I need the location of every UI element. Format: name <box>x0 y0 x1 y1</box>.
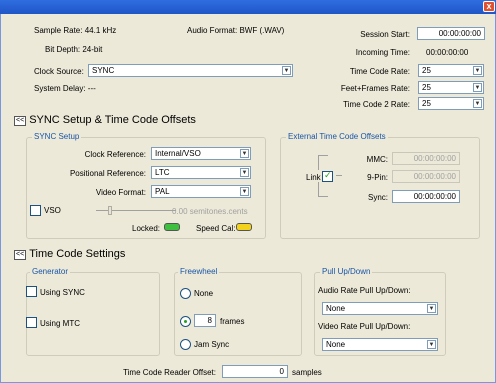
samples-label: samples <box>292 368 322 377</box>
link-bracket-upper <box>318 155 319 170</box>
freewheel-frames-label: frames <box>220 317 245 326</box>
freewheel-group-title: Freewheel <box>178 267 220 276</box>
freewheel-frames-radio[interactable] <box>180 316 191 327</box>
locked-led-indicator <box>164 223 180 231</box>
close-button[interactable]: x <box>483 1 495 12</box>
time-code-2-rate-value: 25 <box>422 99 431 108</box>
clock-reference-select[interactable]: Internal/VSO ▼ <box>151 147 251 160</box>
vso-slider-handle[interactable] <box>108 206 112 215</box>
generator-group-title: Generator <box>30 267 71 276</box>
time-code-2-rate-select[interactable]: 25 ▼ <box>418 97 484 110</box>
session-start-label: Session Start: <box>360 30 410 39</box>
video-format-value: PAL <box>155 187 170 196</box>
feet-frames-rate-value: 25 <box>422 83 431 92</box>
freewheel-none-label: None <box>194 289 214 298</box>
chevron-down-icon: ▼ <box>240 168 249 177</box>
clock-source-select[interactable]: SYNC ▼ <box>88 64 293 77</box>
mmc-offset-field[interactable]: 00:00:00:00 <box>392 152 460 165</box>
jam-sync-label: Jam Sync <box>194 340 230 349</box>
session-start-field[interactable]: 00:00:00:00 <box>417 27 485 40</box>
tc-section-header: << Time Code Settings <box>14 248 125 260</box>
video-format-label: Video Format: <box>95 188 146 197</box>
chevron-down-icon: ▼ <box>282 66 291 75</box>
audio-pull-value: None <box>326 304 346 313</box>
speed-cal-led-indicator <box>236 223 252 231</box>
chevron-down-icon: ▼ <box>240 187 249 196</box>
link-label: Link <box>306 173 321 182</box>
clock-source-label: Clock Source: <box>34 67 84 76</box>
reader-offset-field[interactable]: 0 <box>222 365 288 378</box>
reader-offset-label: Time Code Reader Offset: <box>123 368 216 377</box>
sync-offset-label: Sync: <box>367 193 388 202</box>
feet-frames-rate-select[interactable]: 25 ▼ <box>418 81 484 94</box>
nine-pin-label: 9-Pin: <box>367 173 388 182</box>
feet-frames-rate-label: Feet+Frames Rate: <box>340 84 410 93</box>
video-pull-select[interactable]: None ▼ <box>322 338 438 351</box>
clock-reference-label: Clock Reference: <box>84 150 146 159</box>
vso-value: 0.00 semitones.cents <box>172 207 248 216</box>
using-sync-checkbox[interactable] <box>26 286 37 297</box>
link-bracket-top <box>318 155 328 156</box>
link-bracket-bottom <box>318 196 328 197</box>
sync-offset-field[interactable]: 00:00:00:00 <box>392 190 460 203</box>
tc-section-title: Time Code Settings <box>29 248 126 260</box>
using-mtc-checkbox[interactable] <box>26 317 37 328</box>
vso-checkbox[interactable] <box>30 205 41 216</box>
title-bar <box>0 0 496 14</box>
clock-source-value: SYNC <box>92 66 115 75</box>
time-code-rate-select[interactable]: 25 ▼ <box>418 64 484 77</box>
video-pull-value: None <box>326 340 346 349</box>
freewheel-frames-field[interactable]: 8 <box>194 314 216 327</box>
video-pull-label: Video Rate Pull Up/Down: <box>318 322 411 331</box>
freewheel-none-radio[interactable] <box>180 288 191 299</box>
time-code-rate-label: Time Code Rate: <box>349 67 410 76</box>
positional-reference-label: Positional Reference: <box>69 169 146 178</box>
audio-format-text: Audio Format: BWF (.WAV) <box>187 26 285 35</box>
chevron-down-icon: ▼ <box>427 304 436 313</box>
sync-setup-group-title: SYNC Setup <box>32 132 82 141</box>
sync-section-title: SYNC Setup & Time Code Offsets <box>29 114 196 126</box>
collapse-toggle-button[interactable]: << <box>14 116 27 126</box>
chevron-down-icon: ▼ <box>240 149 249 158</box>
speed-cal-label: Speed Cal: <box>196 224 236 233</box>
sync-section-header: << SYNC Setup & Time Code Offsets <box>14 114 196 126</box>
mmc-label: MMC: <box>366 155 388 164</box>
bit-depth-text: Bit Depth: 24-bit <box>45 45 103 54</box>
collapse-toggle-button[interactable]: << <box>14 250 27 260</box>
positional-reference-select[interactable]: LTC ▼ <box>151 166 251 179</box>
video-format-select[interactable]: PAL ▼ <box>151 185 251 198</box>
link-bracket-lower <box>318 182 319 197</box>
using-mtc-label: Using MTC <box>40 319 81 328</box>
positional-reference-value: LTC <box>155 168 170 177</box>
jam-sync-radio[interactable] <box>180 339 191 350</box>
incoming-time-label: Incoming Time: <box>355 48 410 57</box>
pull-up-down-group-title: Pull Up/Down <box>320 267 373 276</box>
generator-group <box>26 272 160 356</box>
external-offsets-group-title: External Time Code Offsets <box>286 132 388 141</box>
audio-pull-label: Audio Rate Pull Up/Down: <box>318 286 411 295</box>
time-code-rate-value: 25 <box>422 66 431 75</box>
chevron-down-icon: ▼ <box>473 83 482 92</box>
sample-rate-text: Sample Rate: 44.1 kHz <box>34 26 117 35</box>
chevron-down-icon: ▼ <box>427 340 436 349</box>
time-code-2-rate-label: Time Code 2 Rate: <box>343 100 410 109</box>
system-delay-text: System Delay: --- <box>34 84 96 93</box>
nine-pin-offset-field[interactable]: 00:00:00:00 <box>392 170 460 183</box>
clock-reference-value: Internal/VSO <box>155 149 201 158</box>
link-checkbox[interactable] <box>322 170 333 182</box>
locked-label: Locked: <box>132 224 161 233</box>
using-sync-label: Using SYNC <box>40 288 85 297</box>
vso-label: VSO <box>44 206 61 215</box>
incoming-time-value: 00:00:00:00 <box>426 48 469 57</box>
chevron-down-icon: ▼ <box>473 66 482 75</box>
chevron-down-icon: ▼ <box>473 99 482 108</box>
audio-pull-select[interactable]: None ▼ <box>322 302 438 315</box>
